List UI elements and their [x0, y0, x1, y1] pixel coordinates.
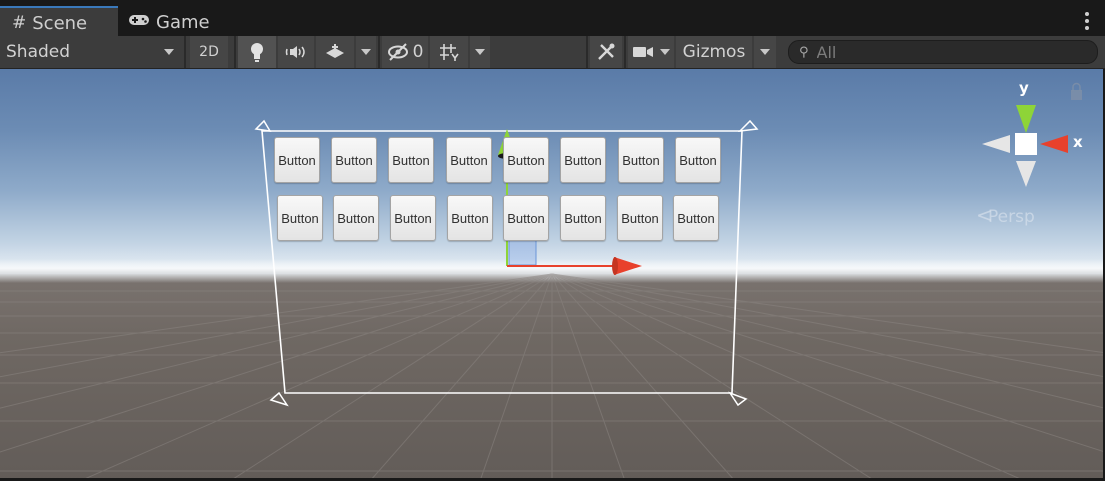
tab-bar: # Scene Game [0, 0, 1105, 38]
tools-toggle-button[interactable] [590, 36, 622, 68]
gizmo-y-cone[interactable] [1016, 105, 1036, 133]
lightbulb-icon [251, 43, 263, 62]
scene-visibility-toggle[interactable]: 0 [382, 36, 428, 68]
chevron-down-icon [164, 49, 174, 55]
scene-search[interactable]: ⚲ [788, 40, 1098, 64]
camera-icon [633, 47, 653, 57]
x-axis-arrow-base [612, 257, 618, 275]
chevron-down-icon [660, 49, 670, 55]
grid-toggle-button[interactable] [430, 36, 468, 68]
lock-icon[interactable] [1071, 90, 1082, 100]
gizmo-neg-x-cone[interactable] [982, 135, 1010, 153]
gizmo-center-cube[interactable] [1015, 133, 1037, 155]
orientation-gizmo[interactable] [982, 82, 1082, 188]
canvas-button-r2-2[interactable]: Button [333, 195, 379, 241]
canvas-button-r2-3[interactable]: Button [390, 195, 436, 241]
scene-overlay [0, 82, 1103, 478]
canvas-button-r1-1[interactable]: Button [274, 137, 320, 183]
canvas-button-r2-1[interactable]: Button [277, 195, 323, 241]
projection-label[interactable]: Persp [988, 207, 1035, 227]
gizmos-dropdown[interactable] [754, 36, 776, 68]
chevron-down-icon [760, 49, 770, 55]
chevron-down-icon [475, 49, 485, 55]
gizmo-y-label: y [1019, 79, 1029, 97]
hidden-count: 0 [412, 42, 424, 62]
canvas-button-r2-4[interactable]: Button [447, 195, 493, 241]
hidden-eye-icon [387, 43, 408, 61]
2d-toggle-button[interactable]: 2D [190, 36, 228, 68]
canvas-button-r1-5[interactable]: Button [503, 137, 549, 183]
gizmo-x-cone[interactable] [1040, 135, 1068, 153]
tools-icon [598, 43, 615, 60]
speaker-icon [285, 46, 305, 58]
tab-game-label: Game [156, 11, 210, 33]
canvas-button-r2-5[interactable]: Button [503, 195, 549, 241]
gizmos-label: Gizmos [682, 42, 746, 62]
canvas-button-r1-4[interactable]: Button [446, 137, 492, 183]
grid-snap-icon [440, 44, 459, 61]
layers-effects-icon [326, 44, 344, 58]
canvas-button-r1-7[interactable]: Button [618, 137, 664, 183]
lock-shackle [1072, 82, 1081, 91]
more-options-icon[interactable] [1085, 12, 1089, 30]
gizmo-neg-y-cone[interactable] [1016, 161, 1036, 187]
search-input[interactable] [816, 42, 1077, 62]
grid-dropdown[interactable] [470, 36, 490, 68]
camera-settings-button[interactable] [628, 36, 674, 68]
2d-toggle-label: 2D [199, 44, 219, 60]
canvas-button-r1-6[interactable]: Button [560, 137, 606, 183]
canvas-button-r2-8[interactable]: Button [673, 195, 719, 241]
tab-scene[interactable]: # Scene [0, 6, 118, 38]
gizmo-x-label: x [1073, 133, 1083, 151]
pivot-plane-handle[interactable] [508, 236, 537, 266]
chevron-down-icon [361, 49, 371, 55]
tab-game[interactable]: Game [128, 8, 228, 36]
floor-grid [0, 273, 1103, 478]
scene-viewport[interactable]: y x Persp < Button Button Button Button … [0, 69, 1105, 478]
canvas-button-r1-2[interactable]: Button [331, 137, 377, 183]
audio-toggle-button[interactable] [278, 36, 314, 68]
canvas-button-r2-6[interactable]: Button [560, 195, 606, 241]
gamepad-icon [128, 12, 150, 32]
search-icon: ⚲ [799, 44, 809, 60]
chevron-left-icon: < [976, 203, 993, 227]
gizmos-button[interactable]: Gizmos [676, 36, 752, 68]
draw-mode-label: Shaded [6, 42, 71, 62]
x-axis-arrow-icon[interactable] [614, 257, 642, 275]
grid-icon: # [12, 13, 27, 33]
draw-mode-dropdown[interactable]: Shaded [0, 36, 182, 68]
lighting-toggle-button[interactable] [238, 36, 276, 68]
effects-dropdown[interactable] [356, 36, 376, 68]
canvas-button-r1-8[interactable]: Button [675, 137, 721, 183]
canvas-button-r2-7[interactable]: Button [617, 195, 663, 241]
effects-toggle-button[interactable] [316, 36, 354, 68]
canvas-button-r1-3[interactable]: Button [388, 137, 434, 183]
tab-scene-label: Scene [32, 12, 88, 34]
